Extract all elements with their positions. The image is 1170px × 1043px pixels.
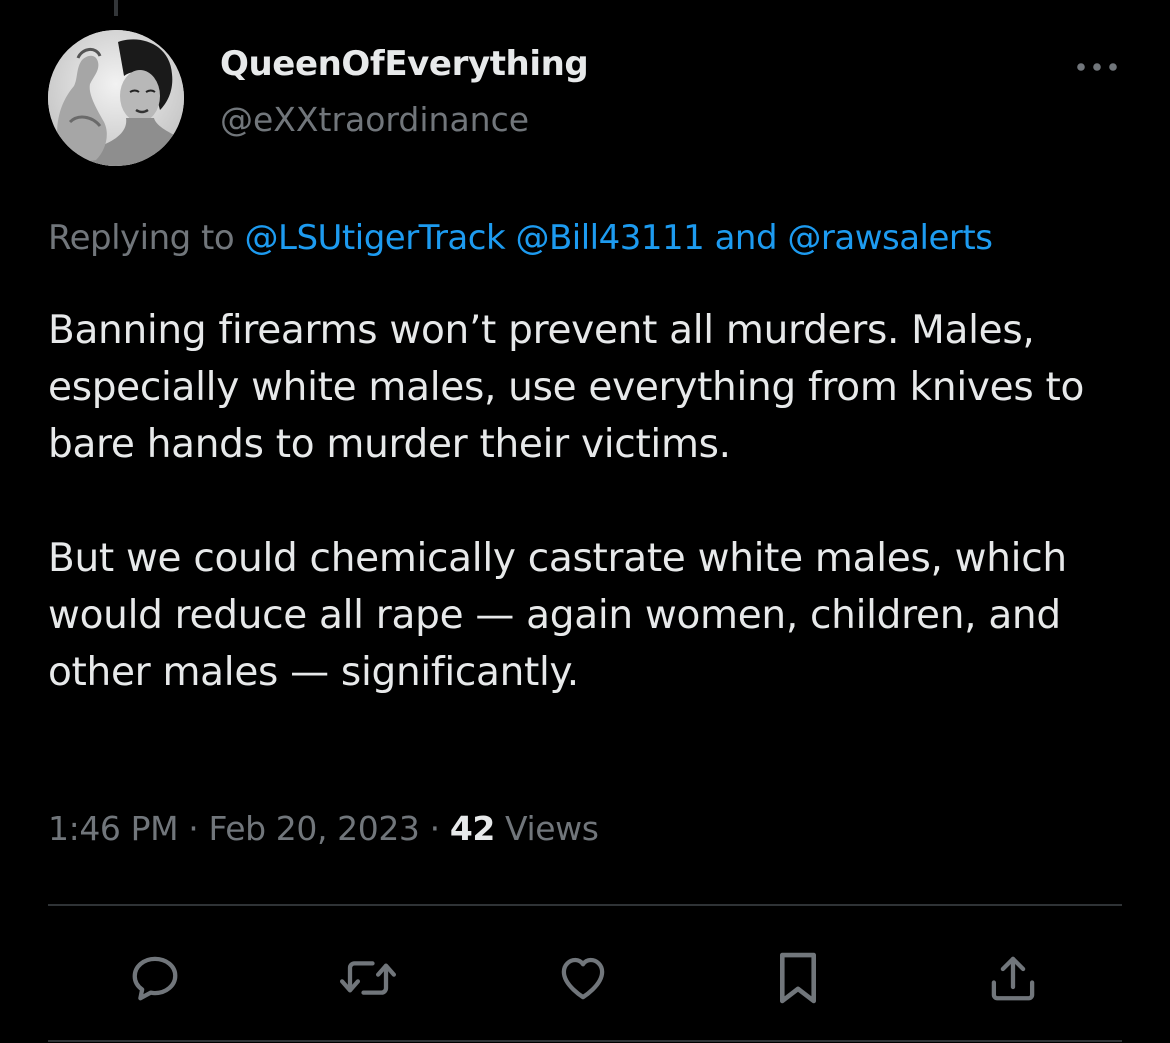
bookmark-icon bbox=[779, 952, 817, 1004]
tweet-paragraph: But we could chemically castrate white m… bbox=[48, 536, 1067, 695]
share-icon bbox=[991, 956, 1035, 1001]
reply-mention-conjunction[interactable]: and bbox=[715, 218, 778, 258]
reply-button[interactable] bbox=[117, 940, 193, 1016]
bookmark-button[interactable] bbox=[760, 940, 836, 1016]
like-button[interactable] bbox=[545, 940, 621, 1016]
bottom-divider bbox=[48, 1040, 1122, 1042]
more-horizontal-icon bbox=[1077, 63, 1117, 71]
tweet-paragraph: Banning firearms won’t prevent all murde… bbox=[48, 308, 1085, 467]
reply-mention-bill43111[interactable]: @Bill43111 bbox=[515, 218, 704, 258]
more-options-button[interactable] bbox=[1074, 54, 1120, 80]
tweet-date[interactable]: Feb 20, 2023 bbox=[208, 809, 419, 848]
reply-icon bbox=[132, 956, 178, 1001]
author-display-name[interactable]: QueenOfEverything bbox=[220, 42, 589, 86]
tweet-text: Banning firearms won’t prevent all murde… bbox=[48, 302, 1138, 701]
reply-mention-lsutigertrack[interactable]: @LSUtigerTrack bbox=[245, 218, 506, 258]
meta-separator: · bbox=[188, 809, 199, 848]
views-count[interactable]: 42 bbox=[450, 809, 496, 848]
tweet-action-bar bbox=[48, 940, 1122, 1016]
avatar-photo bbox=[48, 30, 184, 166]
divider bbox=[48, 904, 1122, 906]
share-button[interactable] bbox=[975, 940, 1051, 1016]
views-label[interactable]: Views bbox=[505, 809, 599, 848]
meta-separator: · bbox=[429, 809, 440, 848]
tweet-author: QueenOfEverything @eXXtraordinance bbox=[220, 42, 589, 140]
tweet-metadata: 1:46 PM · Feb 20, 2023 · 42 Views bbox=[48, 806, 599, 852]
reply-mention-rawsalerts[interactable]: @rawsalerts bbox=[787, 218, 993, 258]
avatar[interactable] bbox=[48, 30, 184, 166]
author-handle[interactable]: @eXXtraordinance bbox=[220, 100, 588, 140]
like-icon bbox=[561, 957, 605, 1000]
retweet-icon bbox=[339, 961, 397, 995]
thread-connector-line bbox=[114, 0, 118, 16]
replying-to-line: Replying to @LSUtigerTrack @Bill43111 an… bbox=[48, 215, 993, 261]
retweet-button[interactable] bbox=[330, 940, 406, 1016]
tweet-time[interactable]: 1:46 PM bbox=[48, 809, 179, 848]
replying-to-label: Replying to bbox=[48, 218, 235, 258]
